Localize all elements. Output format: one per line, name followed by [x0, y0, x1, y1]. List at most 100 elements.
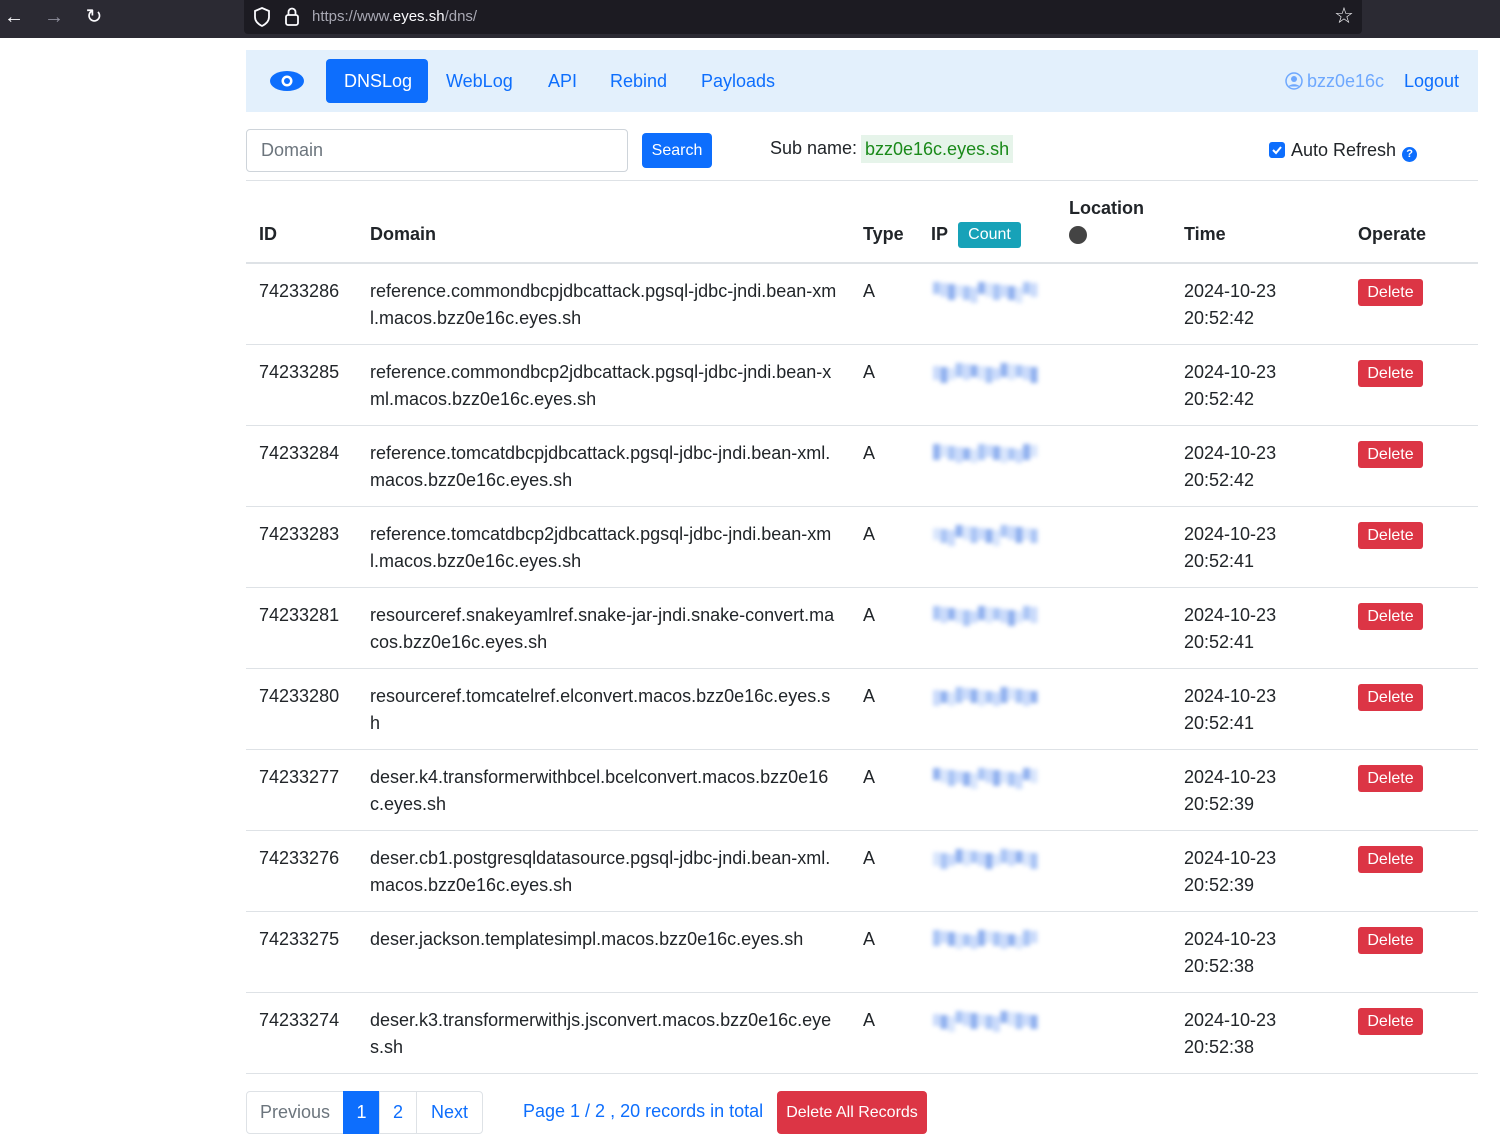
record-type: A: [863, 524, 876, 544]
record-domain: reference.tomcatdbcp2jdbcattack.pgsql-jd…: [370, 524, 832, 571]
auto-refresh-label: Auto Refresh: [1291, 140, 1397, 160]
record-domain: reference.tomcatdbcpjdbcattack.pgsql-jdb…: [370, 443, 831, 490]
delete-record-button[interactable]: Delete: [1358, 684, 1423, 711]
logout-link[interactable]: Logout: [1404, 59, 1459, 103]
address-bar[interactable]: https://www.eyes.sh/dns/ ☆: [244, 0, 1362, 34]
reload-icon[interactable]: ↻: [80, 4, 108, 32]
pagination: Previous 1 2 Next: [246, 1091, 483, 1134]
record-id: 74233286: [259, 281, 340, 301]
browser-toolbar: ← → ↻ https://www.eyes.sh/dns/ ☆: [0, 0, 1500, 38]
table-row: 74233283 reference.tomcatdbcp2jdbcattack.…: [246, 507, 1478, 588]
username: bzz0e16c: [1307, 71, 1385, 91]
header-time: Time: [1184, 224, 1226, 244]
forward-arrow-icon[interactable]: →: [40, 4, 68, 32]
delete-all-records-button[interactable]: Delete All Records: [777, 1091, 927, 1134]
record-type: A: [863, 281, 876, 301]
delete-record-button[interactable]: Delete: [1358, 1008, 1423, 1035]
lock-icon[interactable]: [284, 6, 300, 28]
record-ip-redacted: [933, 282, 1041, 304]
pixelated-ip-block: [933, 768, 1038, 789]
record-id: 74233280: [259, 686, 340, 706]
pixelated-ip-block: [933, 606, 1038, 626]
question-icon[interactable]: ?: [1402, 147, 1418, 162]
record-domain: reference.commondbcp2jdbcattack.pgsql-jd…: [370, 362, 832, 409]
nav-rebind[interactable]: Rebind: [592, 59, 685, 103]
url-text: https://www.eyes.sh/dns/: [312, 8, 478, 25]
record-time: 2024-10-23 20:52:38: [1184, 929, 1277, 976]
record-id: 74233283: [259, 524, 340, 544]
record-time: 2024-10-23 20:52:42: [1184, 281, 1277, 328]
pixelated-ip-block: [933, 930, 1038, 949]
pixelated-ip-block: [933, 849, 1038, 869]
record-domain: deser.jackson.templatesimpl.macos.bzz0e1…: [370, 929, 804, 949]
record-type: A: [863, 929, 876, 949]
user-menu[interactable]: bzz0e16c: [1285, 59, 1384, 103]
previous-page-button[interactable]: Previous: [246, 1091, 344, 1134]
shield-icon[interactable]: [252, 6, 272, 28]
subname-value: bzz0e16c.eyes.sh: [861, 135, 1014, 163]
record-type: A: [863, 848, 876, 868]
header-domain: Domain: [370, 224, 437, 244]
delete-record-button[interactable]: Delete: [1358, 846, 1423, 873]
record-ip-redacted: [933, 525, 1041, 547]
record-time: 2024-10-23 20:52:41: [1184, 605, 1277, 652]
next-page-button[interactable]: Next: [416, 1091, 483, 1134]
pixelated-ip-block: [933, 1011, 1038, 1032]
page-1-button[interactable]: 1: [343, 1091, 380, 1134]
delete-record-button[interactable]: Delete: [1358, 522, 1423, 549]
record-domain: reference.commondbcpjdbcattack.pgsql-jdb…: [370, 281, 837, 328]
record-type: A: [863, 605, 876, 625]
record-ip-redacted: [933, 687, 1041, 709]
delete-record-button[interactable]: Delete: [1358, 360, 1423, 387]
record-time: 2024-10-23 20:52:42: [1184, 362, 1277, 409]
header-type: Type: [863, 224, 904, 244]
record-id: 74233276: [259, 848, 340, 868]
count-badge[interactable]: Count: [958, 222, 1021, 248]
record-type: A: [863, 1010, 876, 1030]
delete-record-button[interactable]: Delete: [1358, 765, 1423, 792]
page-2-button[interactable]: 2: [379, 1091, 417, 1134]
record-time: 2024-10-23 20:52:42: [1184, 443, 1277, 490]
checkbox-checked-icon[interactable]: [1269, 142, 1285, 158]
nav-dnslog[interactable]: DNSLog: [326, 59, 428, 103]
auto-refresh-control[interactable]: Auto Refresh?: [1269, 140, 1418, 162]
record-time: 2024-10-23 20:52:41: [1184, 524, 1277, 571]
delete-record-button[interactable]: Delete: [1358, 927, 1423, 954]
record-ip-redacted: [933, 849, 1041, 871]
table-row: 74233285 reference.commondbcp2jdbcattack.…: [246, 345, 1478, 426]
record-time: 2024-10-23 20:52:39: [1184, 848, 1277, 895]
table-row: 74233281 resourceref.snakeyamlref.snake-j…: [246, 588, 1478, 669]
delete-record-button[interactable]: Delete: [1358, 441, 1423, 468]
record-id: 74233281: [259, 605, 340, 625]
table-row: 74233275 deser.jackson.templatesimpl.maco…: [246, 912, 1478, 993]
record-ip-redacted: [933, 444, 1041, 466]
nav-api[interactable]: API: [530, 59, 595, 103]
record-id: 74233284: [259, 443, 340, 463]
record-domain: deser.k4.transformerwithbcel.bcelconvert…: [370, 767, 829, 814]
pixelated-ip-block: [933, 525, 1038, 546]
nav-weblog[interactable]: WebLog: [428, 59, 531, 103]
record-ip-redacted: [933, 930, 1041, 952]
record-type: A: [863, 362, 876, 382]
eye-logo-icon[interactable]: [268, 68, 306, 94]
location-dot-icon: [1069, 226, 1087, 244]
page-info: Page 1 / 2 , 20 records in total: [523, 1101, 764, 1121]
delete-record-button[interactable]: Delete: [1358, 603, 1423, 630]
user-circle-icon: [1285, 72, 1303, 90]
header-operate: Operate: [1358, 224, 1427, 244]
header-id: ID: [259, 224, 277, 244]
subname-label: Sub name:: [770, 138, 858, 158]
table-row: 74233277 deser.k4.transformerwithbcel.bce…: [246, 750, 1478, 831]
record-type: A: [863, 443, 876, 463]
record-domain: deser.cb1.postgresqldatasource.pgsql-jdb…: [370, 848, 831, 895]
delete-record-button[interactable]: Delete: [1358, 279, 1423, 306]
divider: [246, 180, 1478, 181]
record-type: A: [863, 686, 876, 706]
star-icon[interactable]: ☆: [1332, 4, 1356, 28]
nav-payloads[interactable]: Payloads: [683, 59, 793, 103]
record-time: 2024-10-23 20:52:39: [1184, 767, 1277, 814]
record-ip-redacted: [933, 1011, 1041, 1033]
domain-search-input[interactable]: [246, 129, 628, 172]
search-button[interactable]: Search: [642, 133, 712, 168]
back-arrow-icon[interactable]: ←: [0, 4, 28, 32]
